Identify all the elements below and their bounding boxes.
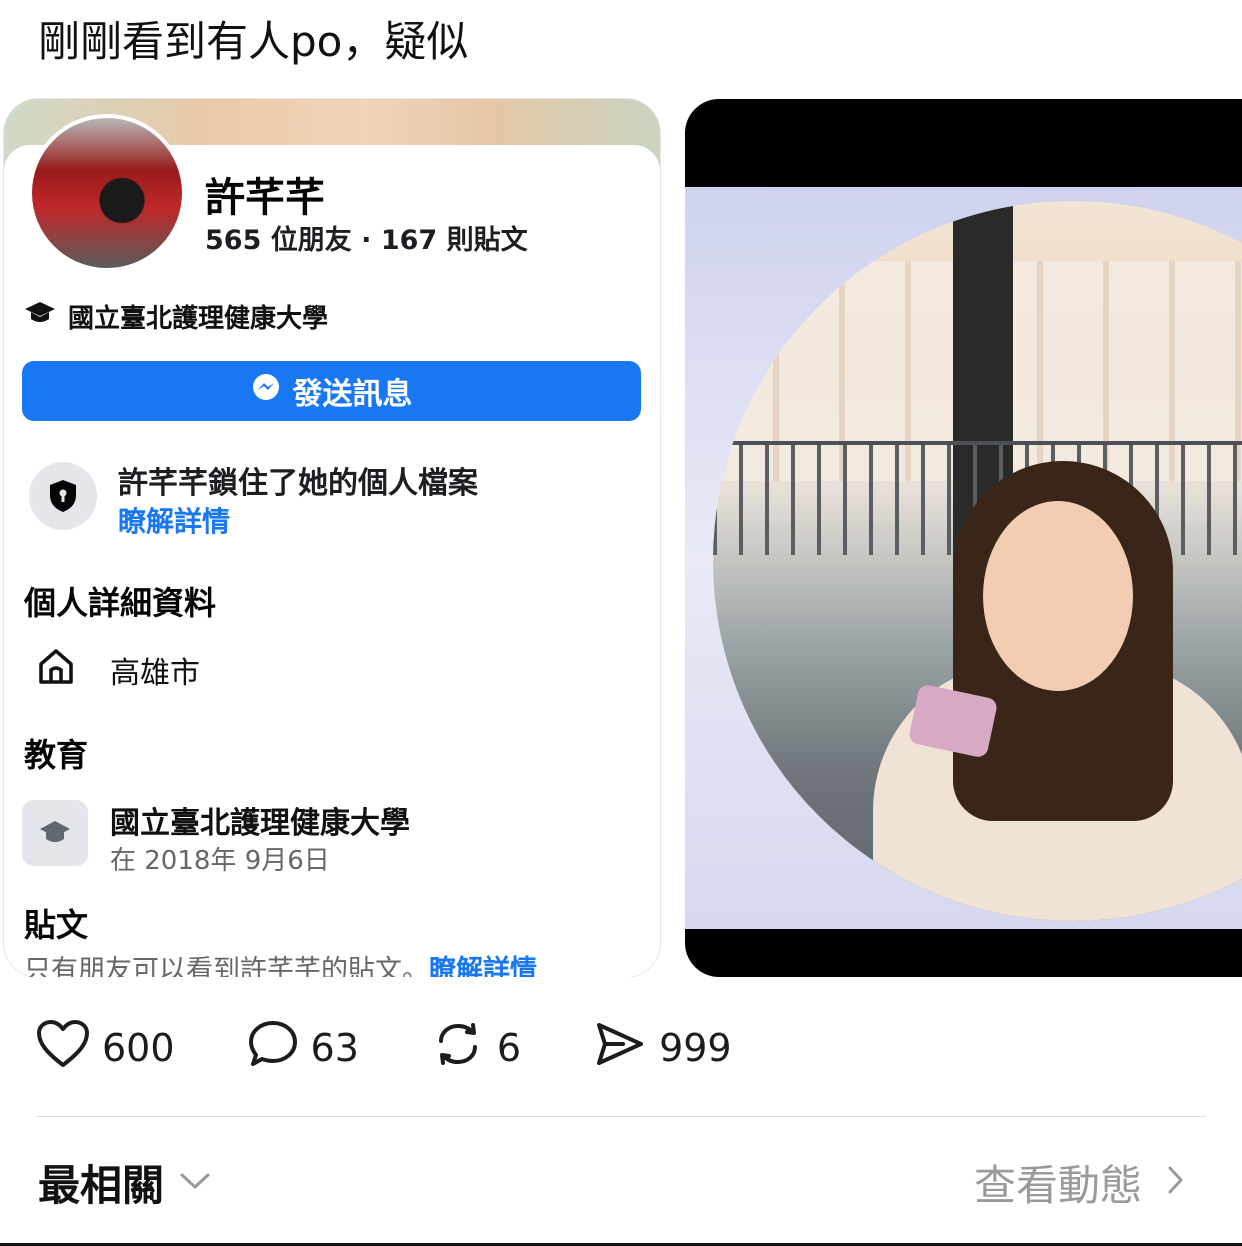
comment-button[interactable]: 63 (247, 1019, 359, 1078)
repost-count: 6 (496, 1026, 522, 1070)
chevron-right-icon (1166, 1158, 1186, 1207)
hometown-text: 高雄市 (110, 656, 200, 691)
like-count: 600 (102, 1026, 175, 1070)
school-icon (22, 800, 88, 866)
send-message-label: 發送訊息 (292, 377, 413, 412)
learn-more-link[interactable]: 瞭解詳情 (118, 500, 230, 540)
view-activity-link[interactable]: 查看動態 (974, 1152, 1186, 1213)
chevron-down-icon (178, 1170, 212, 1196)
repost-button[interactable]: 6 (431, 1019, 521, 1078)
send-icon (593, 1019, 647, 1078)
comment-count: 63 (310, 1026, 359, 1070)
profile-name: 許芊芊 (205, 175, 325, 221)
view-activity-label: 查看動態 (973, 1161, 1142, 1210)
profile-stats: 565 位朋友 · 167 則貼文 (205, 225, 528, 256)
education-section-title: 教育 (24, 736, 89, 774)
avatar (28, 114, 186, 272)
like-button[interactable]: 600 (36, 1019, 175, 1078)
comment-bubble-icon (247, 1019, 299, 1078)
repost-icon (431, 1019, 485, 1078)
messenger-icon (251, 372, 281, 410)
home-icon (36, 646, 76, 694)
post-actions: 600 63 6 999 (36, 1019, 804, 1078)
share-button[interactable]: 999 (593, 1019, 732, 1078)
share-count: 999 (659, 1026, 732, 1070)
education-date: 在 2018年 9月6日 (110, 846, 330, 876)
sort-dropdown[interactable]: 最相關 (38, 1152, 212, 1213)
portrait-circle (713, 201, 1242, 921)
divider (36, 1116, 1206, 1117)
card-bottom-mask (0, 977, 680, 1007)
details-section-title: 個人詳細資料 (24, 584, 217, 622)
photo-person-face (983, 501, 1133, 691)
education-school: 國立臺北護理健康大學 (110, 806, 410, 841)
locked-profile-title: 許芊芊鎖住了她的個人檔案 (118, 466, 478, 501)
heart-icon (36, 1019, 90, 1078)
sort-label: 最相關 (38, 1161, 165, 1210)
send-message-button[interactable]: 發送訊息 (22, 361, 641, 421)
portrait-photo-image[interactable] (685, 99, 1242, 977)
school-name: 國立臺北護理健康大學 (68, 304, 329, 334)
school-line: 國立臺北護理健康大學 (24, 298, 328, 335)
shield-lock-icon (29, 462, 97, 530)
posts-section-title: 貼文 (24, 906, 89, 944)
graduation-cap-icon (24, 300, 56, 333)
photo-background (685, 187, 1242, 929)
hometown-row: 高雄市 (36, 646, 200, 694)
post-text: 剛剛看到有人po，疑似 (38, 17, 469, 66)
